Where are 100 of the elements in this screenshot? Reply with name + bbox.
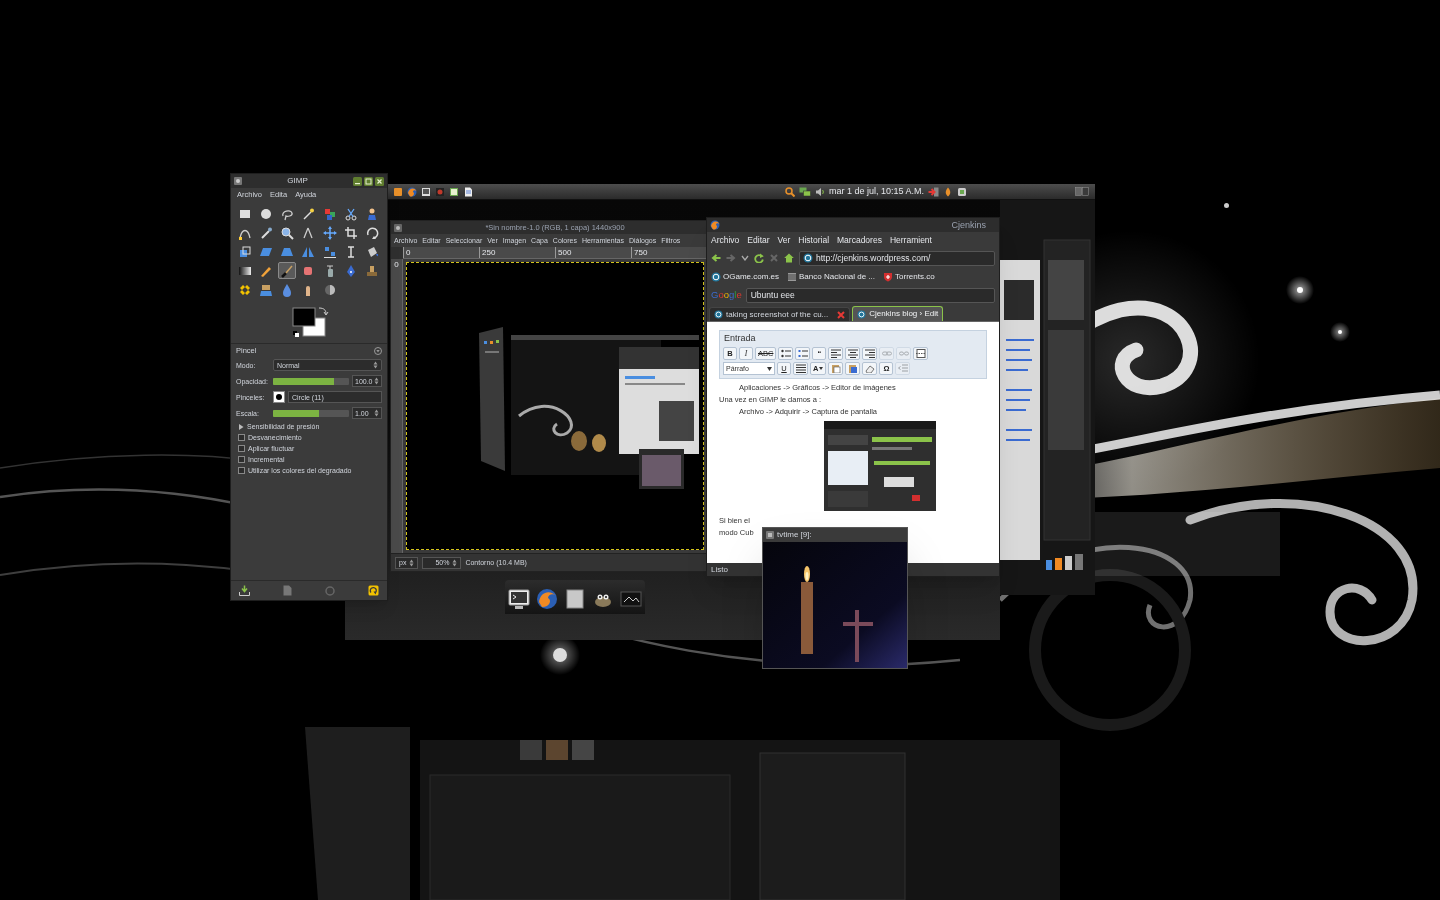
- expander-triangle-icon[interactable]: [238, 423, 244, 430]
- chain-link-icon: [881, 349, 892, 358]
- app-icon: [394, 223, 402, 232]
- building-icon: [787, 271, 797, 282]
- magnifier-icon: [280, 225, 295, 240]
- menu-item[interactable]: Historial: [798, 235, 830, 245]
- half-circle-icon: [322, 282, 337, 297]
- bookmark-link[interactable]: Banco Nacional de ...: [787, 271, 876, 282]
- broken-chain-icon: [898, 349, 909, 358]
- maximize-icon[interactable]: [364, 176, 373, 186]
- tray-arrow-icon[interactable]: [239, 585, 250, 596]
- site-favicon-icon: [857, 309, 867, 319]
- app-launcher-icon[interactable]: [463, 186, 473, 197]
- spin-arrows-icon: [374, 377, 379, 385]
- minimize-icon[interactable]: [353, 176, 362, 186]
- color-blocks-icon: [322, 206, 337, 221]
- bulleted-list-icon: [780, 349, 791, 358]
- status-text: Listo: [711, 565, 728, 574]
- toolbar-button[interactable]: [828, 347, 844, 360]
- ruler-label: 0: [406, 248, 411, 257]
- scale-slider[interactable]: [273, 409, 349, 417]
- menu-item[interactable]: Marcadores: [837, 235, 882, 245]
- scissors-icon: [343, 206, 358, 221]
- bookmark-link[interactable]: OGame.com.es: [711, 271, 779, 282]
- search-icon[interactable]: [784, 186, 795, 197]
- reload-icon[interactable]: [754, 253, 764, 263]
- caret-icon: [819, 367, 824, 370]
- caret-icon: [767, 366, 772, 371]
- ruler-label: 500: [558, 248, 572, 257]
- toolbar-button[interactable]: [913, 347, 929, 360]
- back-arrow-icon[interactable]: [711, 253, 721, 263]
- ruler-label: 750: [634, 248, 648, 257]
- ruler-label: 250: [482, 248, 496, 257]
- app-launcher-icon[interactable]: [449, 186, 459, 197]
- tray-app-icon[interactable]: [957, 186, 967, 197]
- clipboard-icon: [830, 364, 841, 373]
- toolbar-button[interactable]: [793, 362, 808, 375]
- lens-flare-icon: [1286, 276, 1314, 304]
- bookmark-link[interactable]: Torrents.co: [883, 271, 935, 282]
- tab[interactable]: taking screenshot of the cu...: [709, 307, 851, 321]
- app-icon: [234, 177, 242, 185]
- circle-icon: [259, 206, 274, 221]
- opacity-slider[interactable]: [273, 377, 349, 385]
- checkbox[interactable]: [238, 445, 245, 452]
- align-right-icon: [864, 349, 875, 358]
- menu-item[interactable]: Archivo: [711, 235, 740, 245]
- refresh-arrow-icon[interactable]: [368, 585, 379, 596]
- spin-arrows-icon: [373, 361, 378, 369]
- window-title: tvtime [9]:: [777, 531, 812, 539]
- tab-menu-icon[interactable]: [374, 347, 382, 355]
- workspace-switcher-icon[interactable]: [1075, 187, 1089, 196]
- url-field[interactable]: http://cjenkins.wordpress.com/: [799, 250, 995, 266]
- eraser-icon: [864, 364, 875, 373]
- pipette-icon: [259, 225, 274, 240]
- globe-icon[interactable]: [536, 588, 558, 610]
- tray-app-icon[interactable]: [943, 186, 953, 197]
- close-icon[interactable]: [375, 176, 384, 186]
- search-engine-label[interactable]: Google: [711, 290, 742, 300]
- rotate-arrow-icon: [364, 225, 379, 240]
- menu-item[interactable]: Editar: [747, 235, 770, 245]
- exit-icon[interactable]: [928, 186, 939, 197]
- search-field[interactable]: Ubuntu eee: [745, 287, 995, 303]
- app-launcher-icon[interactable]: [393, 186, 403, 197]
- toolbar-button[interactable]: [845, 347, 861, 360]
- site-favicon-icon: [711, 271, 721, 282]
- clock[interactable]: mar 1 de jul, 10:15 A.M.: [828, 187, 924, 196]
- resize-square-icon: [238, 244, 252, 259]
- tool-button[interactable]: [278, 262, 297, 279]
- network-icon[interactable]: [798, 186, 811, 197]
- color-swatches-icon[interactable]: [289, 305, 329, 339]
- checkbox[interactable]: [238, 467, 245, 474]
- page-icon[interactable]: [564, 588, 586, 610]
- clipboard-page-icon: [847, 364, 858, 373]
- terminal-icon[interactable]: [508, 588, 530, 610]
- sparkle-dot-icon: [1224, 203, 1229, 208]
- page-break-icon: [915, 349, 926, 358]
- spin-arrows-icon: [452, 558, 458, 567]
- stamp-trapezoid-icon: [259, 282, 274, 297]
- window-title: GIMP: [287, 177, 308, 185]
- spin-arrows-icon: [374, 409, 379, 417]
- tab[interactable]: Cjenkins blog › Edit: [852, 306, 944, 321]
- spin-arrows-icon: [409, 558, 415, 567]
- aligned-squares-icon: [322, 244, 337, 259]
- wand-icon: [301, 206, 316, 221]
- app-launcher-icon[interactable]: [407, 186, 417, 197]
- bandage-cross-icon: [238, 282, 252, 297]
- site-favicon-icon: [803, 253, 813, 263]
- brush-preview-icon[interactable]: [273, 391, 285, 403]
- speaker-icon[interactable]: [814, 186, 825, 197]
- app-launcher-icon[interactable]: [421, 186, 431, 197]
- image-thumbnail-icon[interactable]: [620, 588, 642, 610]
- menu-item[interactable]: Herramient: [889, 235, 932, 245]
- menu-item[interactable]: Ver: [777, 235, 791, 245]
- toolbar-button[interactable]: [862, 347, 878, 360]
- checkbox[interactable]: [238, 456, 245, 463]
- stamp-icon: [364, 263, 379, 278]
- checkbox[interactable]: [238, 434, 245, 441]
- align-center-icon: [847, 349, 858, 358]
- caret-icon[interactable]: [741, 255, 749, 261]
- home-icon[interactable]: [784, 253, 794, 263]
